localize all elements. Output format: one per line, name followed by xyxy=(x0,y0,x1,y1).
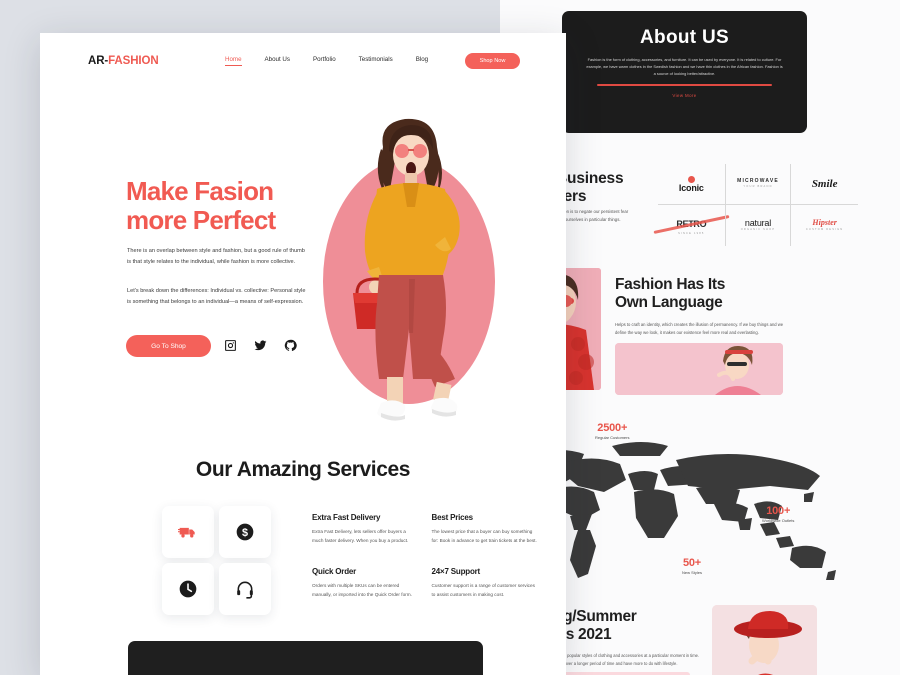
hero-title-line2: more Perfect xyxy=(126,205,276,236)
nav-item-blog[interactable]: Blog xyxy=(416,56,428,66)
language-title-line1: Fashion Has Its xyxy=(615,276,726,293)
service-item-best-prices: Best Prices The lowest price that a buye… xyxy=(432,513,538,545)
partner-name: Hipster xyxy=(812,218,837,228)
services-title: Our Amazing Services xyxy=(195,458,411,481)
twitter-icon[interactable] xyxy=(254,339,267,352)
partner-name: Smile xyxy=(811,177,838,190)
headset-icon xyxy=(235,579,255,599)
hero-title-line1: Make Fasion xyxy=(126,176,274,206)
nav-item-about-us[interactable]: About Us xyxy=(265,56,290,66)
service-card-delivery[interactable] xyxy=(162,506,214,558)
partner-name: MICROWAVE xyxy=(737,178,779,185)
hero-paragraph-2: Let's break down the differences: Indivi… xyxy=(127,288,306,305)
service-heading: Extra Fast Delivery xyxy=(312,513,381,522)
navbar: AR-FASHION Home About Us Portfolio Testi… xyxy=(40,33,566,89)
go-to-shop-button[interactable]: Go To Shop xyxy=(126,335,211,357)
service-item-support: 24×7 Support Customer support is a range… xyxy=(432,567,538,599)
nav-item-portfolio[interactable]: Portfolio xyxy=(313,56,336,66)
stat-label: Worldwide Outlets xyxy=(762,518,795,523)
nav-item-home[interactable]: Home xyxy=(225,56,242,66)
stat-value: 100+ xyxy=(766,505,791,517)
social-links xyxy=(224,339,297,352)
woman-pink-outfit-photo xyxy=(615,343,783,395)
partner-name: natural xyxy=(744,217,772,228)
about-view-more-link[interactable]: View More xyxy=(580,93,789,98)
screenshot-stage: About US Fashion is the form of clothing… xyxy=(0,0,900,675)
nav-links: Home About Us Portfolio Testimonials Blo… xyxy=(225,56,428,66)
partner-subtitle: ORGANIC SHOP xyxy=(740,228,776,232)
service-descriptions: Extra Fast Delivery Extra Fast Delivery,… xyxy=(312,513,537,600)
services-section: Our Amazing Services $ Extra Fast Delive… xyxy=(40,458,566,638)
footer-dark-block xyxy=(128,641,483,675)
service-heading: 24×7 Support xyxy=(431,567,481,577)
hero-section: Make Fasion more Perfect There is an ove… xyxy=(40,89,566,439)
hero-paragraph-1: There is an overlap between style and fa… xyxy=(127,248,305,265)
about-us-divider xyxy=(597,84,772,87)
partner-subtitle: SINCE 1985 xyxy=(678,231,705,235)
stat-label: New Styles xyxy=(682,570,703,575)
service-body: Extra Fast Delivery, lets sellers offer … xyxy=(312,529,409,544)
github-icon[interactable] xyxy=(284,339,297,352)
hero-title: Make Fasion more Perfect xyxy=(126,176,276,236)
language-title-line2: Own Language xyxy=(615,294,723,312)
iconic-dot-icon xyxy=(687,175,695,183)
service-card-support[interactable] xyxy=(219,563,271,615)
service-item-quick-order: Quick Order Orders with multiple SKUs ca… xyxy=(312,567,418,599)
partner-name: Iconic xyxy=(678,182,704,193)
partner-logo-grid: Iconic MICROWAVE YOUR BRAND Smile RETRO xyxy=(653,164,858,246)
language-title: Fashion Has Its Own Language xyxy=(615,276,725,313)
service-card-quick-order[interactable] xyxy=(162,563,214,615)
truck-icon xyxy=(178,522,198,542)
clock-icon xyxy=(178,579,198,599)
stat-value: 50+ xyxy=(682,557,702,569)
left-page-panel: AR-FASHION Home About Us Portfolio Testi… xyxy=(40,33,566,675)
partner-logo-iconic[interactable]: Iconic xyxy=(658,164,725,205)
woman-red-hat-photo xyxy=(712,605,817,675)
service-body: Customer support is a range of customer … xyxy=(431,583,535,598)
stat-label: Regular Customers xyxy=(595,435,630,440)
about-us-title: About US xyxy=(640,27,729,48)
stat-worldwide-outlets: 100+ Worldwide Outlets xyxy=(762,505,794,523)
stat-regular-customers: 2500+ Regular Customers xyxy=(595,422,629,440)
service-body: The lowest price that a buyer can buy so… xyxy=(431,529,537,544)
service-heading: Best Prices xyxy=(431,513,474,522)
brand-part-1: AR- xyxy=(88,55,109,67)
partner-logo-microwave[interactable]: MICROWAVE YOUR BRAND xyxy=(724,164,792,205)
stat-value: 2500+ xyxy=(597,422,628,434)
service-body: Orders with multiple SKUs can be entered… xyxy=(312,583,412,598)
service-item-extra-fast-delivery: Extra Fast Delivery Extra Fast Delivery,… xyxy=(312,513,418,545)
brand-logo[interactable]: AR-FASHION xyxy=(88,55,159,67)
brand-part-2: FASHION xyxy=(108,55,159,67)
shop-now-button[interactable]: Shop Now xyxy=(465,53,520,69)
partner-subtitle: YOUR BRAND xyxy=(743,184,773,188)
partner-logo-smile[interactable]: Smile xyxy=(791,164,858,205)
partner-logo-retro[interactable]: RETRO SINCE 1985 xyxy=(653,205,730,246)
service-icon-grid: $ xyxy=(162,506,271,615)
nav-item-testimonials[interactable]: Testimonials xyxy=(359,56,393,66)
service-card-prices[interactable]: $ xyxy=(219,506,271,558)
stat-new-styles: 50+ New Styles xyxy=(682,557,702,575)
svg-text:$: $ xyxy=(242,527,248,539)
partner-logo-natural[interactable]: natural ORGANIC SHOP xyxy=(724,205,792,246)
partner-logo-hipster[interactable]: Hipster CUSTOM DESIGN xyxy=(791,205,858,246)
partner-subtitle: CUSTOM DESIGN xyxy=(805,227,844,231)
language-text: Helps to craft an identity, which create… xyxy=(615,322,784,335)
about-us-text: Fashion is the form of clothing, accesso… xyxy=(586,57,783,76)
about-us-section: About US Fashion is the form of clothing… xyxy=(562,11,807,133)
dollar-icon: $ xyxy=(235,522,255,542)
instagram-icon[interactable] xyxy=(224,339,237,352)
service-heading: Quick Order xyxy=(312,567,357,577)
hero-model-photo xyxy=(331,103,491,433)
